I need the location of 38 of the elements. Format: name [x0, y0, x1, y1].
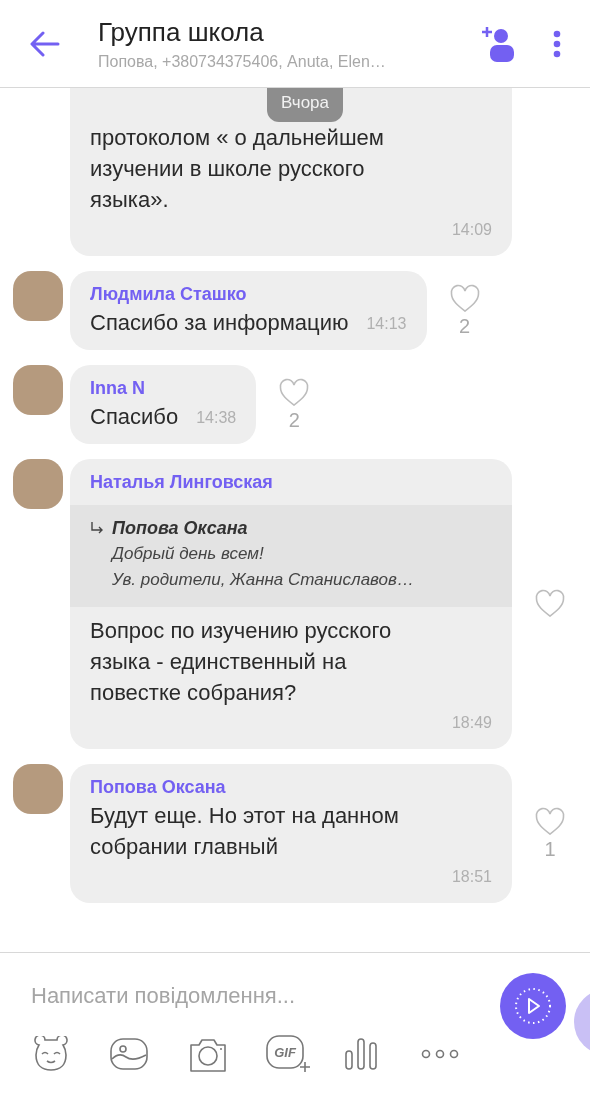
avatar-photo-placeholder[interactable]	[13, 764, 63, 814]
more-dots-icon[interactable]	[421, 1048, 459, 1059]
gallery-image-icon[interactable]	[109, 1036, 149, 1071]
message-input-field[interactable]: Написати повідомлення...	[31, 977, 361, 1014]
back-arrow-icon	[30, 30, 60, 57]
sticker-bear-icon[interactable]	[31, 1035, 71, 1072]
quoted-author: Попова Оксана	[112, 517, 248, 540]
message-text: протоколом « о дальнейшем изучении в школе русского языка».	[90, 124, 385, 214]
sender-name[interactable]: Наталья Линговская	[70, 471, 512, 493]
audio-bars-icon[interactable]	[343, 1036, 379, 1071]
more-options-button[interactable]	[553, 29, 561, 58]
avatar-photo-placeholder[interactable]	[13, 271, 63, 321]
message-time: 14:09	[450, 220, 492, 240]
quoted-text: Добрый день всем! Ув. родители, Жанна Станиславов…	[109, 543, 415, 591]
like-count: 2	[458, 313, 471, 338]
message-time: 18:49	[450, 713, 492, 733]
participants-list: Попова, +380734375406, Anuta, Elen…	[98, 53, 479, 71]
message-time: 14:13	[365, 314, 407, 334]
date-pill: Вчора	[267, 88, 343, 122]
message-text: Спасибо	[90, 403, 179, 431]
quoted-message[interactable]: Попова Оксана Добрый день всем! Ув. родители, Жанна Станиславов…	[70, 505, 512, 607]
avatar-photo-placeholder[interactable]	[13, 365, 63, 415]
message-text: Вопрос по изучению русского языка - единственный на повестке собрания?	[90, 617, 393, 707]
avatar-photo-placeholder[interactable]	[13, 459, 63, 509]
sender-name[interactable]: Inna N	[70, 377, 257, 399]
reply-arrow-icon	[90, 521, 104, 535]
like-count: 1	[544, 836, 556, 861]
message-text: Спасибо за информацию	[90, 309, 349, 337]
message-text: Будут еще. Но этот на данном собрании главный	[90, 802, 400, 861]
message-time: 14:38	[195, 408, 237, 428]
back-button[interactable]	[30, 30, 60, 57]
kebab-menu-icon	[553, 29, 561, 58]
message-time: 18:51	[450, 867, 492, 887]
play-circle-icon	[513, 985, 553, 1026]
chat-title: Группа школа	[98, 16, 265, 48]
like-count: 2	[288, 407, 300, 432]
sender-name[interactable]: Людмила Сташко	[70, 283, 427, 305]
sender-name[interactable]: Попова Оксана	[70, 776, 512, 798]
